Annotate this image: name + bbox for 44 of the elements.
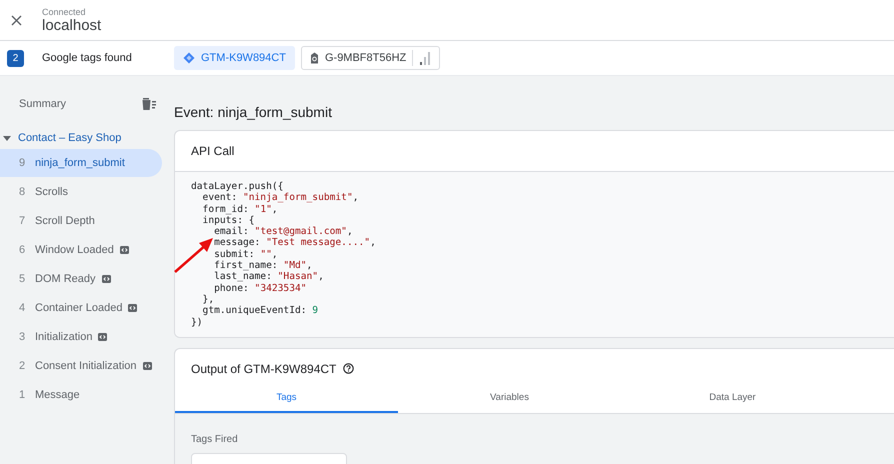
code-line: first_name: "Md", xyxy=(213,260,314,272)
output-tab[interactable]: Variables xyxy=(398,384,621,413)
output-tab[interactable]: Data Layer xyxy=(621,384,844,413)
tag-chip[interactable]: GTM-K9W894CT xyxy=(174,46,295,70)
code-line: submit: "", xyxy=(213,248,279,260)
section-label: Tags Fired xyxy=(191,434,239,445)
event-item[interactable]: 2 Consent Initialization xyxy=(0,352,162,380)
code-line: email: "test@gmail.com", xyxy=(213,226,354,238)
code-line: event: "ninja_form_submit", xyxy=(202,192,360,204)
event-title: Event: ninja_form_submit xyxy=(174,104,333,120)
event-item[interactable]: 3 Initialization xyxy=(0,323,162,351)
code-line: last_name: "Hasan", xyxy=(213,271,325,283)
summary-label[interactable]: Summary xyxy=(19,98,66,110)
code-line: }) xyxy=(191,316,204,328)
event-item[interactable]: 7 Scroll Depth xyxy=(0,207,162,235)
close-icon xyxy=(10,14,22,26)
code-line: }, xyxy=(202,294,216,306)
tag-count: 2 xyxy=(7,50,24,66)
event-item[interactable]: 5 DOM Ready xyxy=(0,265,162,293)
page-group[interactable]: Contact – Easy Shop xyxy=(0,128,122,148)
code-line: message: "Test message....", xyxy=(213,237,377,249)
code-line: inputs: { xyxy=(202,214,256,226)
tag-chip[interactable]: G-9MBF8T56HZ xyxy=(300,46,440,70)
event-item[interactable]: 6 Window Loaded xyxy=(0,236,162,264)
arrow-annotation xyxy=(173,237,215,274)
bar-chart-icon xyxy=(419,51,432,65)
diamond-icon xyxy=(183,52,195,64)
clear-icon[interactable] xyxy=(142,98,156,110)
connection-status: Connected xyxy=(42,6,87,16)
code-line: gtm.uniqueEventId: 9 xyxy=(202,305,320,317)
tag-icon xyxy=(310,52,319,64)
card-title: API Call xyxy=(190,143,236,160)
host-name: localhost xyxy=(42,16,102,34)
event-item[interactable]: 4 Container Loaded xyxy=(0,294,162,322)
event-item[interactable]: 1 Message xyxy=(0,381,162,409)
card-title: Output of GTM-K9W894CT xyxy=(191,362,336,376)
help-icon[interactable] xyxy=(343,363,354,374)
code-line: phone: "3423534" xyxy=(213,282,308,294)
event-item[interactable]: 8 Scrolls xyxy=(0,178,162,206)
tags-found-label: Google tags found xyxy=(42,52,133,64)
code-line: dataLayer.push({ xyxy=(191,181,284,192)
code-line: form_id: "1", xyxy=(202,204,279,215)
caret-icon xyxy=(3,136,11,140)
event-item[interactable]: 9 ninja_form_submit xyxy=(0,149,162,177)
